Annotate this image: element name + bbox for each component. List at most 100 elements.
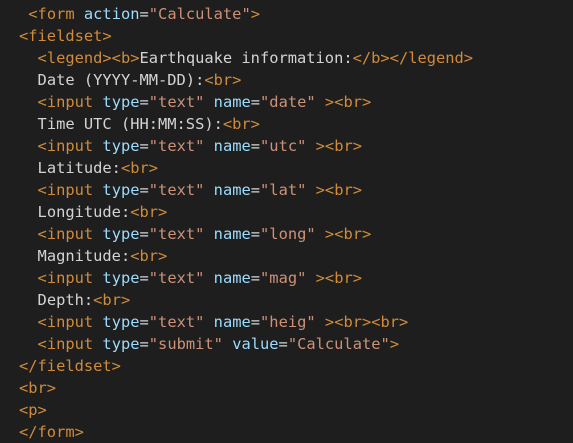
code-line: Date (YYYY-MM-DD):<br> — [19, 69, 242, 91]
code-operator: = — [139, 335, 149, 353]
code-string: "text" — [148, 93, 205, 111]
code-operator: = — [139, 313, 149, 331]
code-string: "text" — [148, 181, 205, 199]
code-operator: = — [139, 269, 149, 287]
code-tag: <br> — [93, 291, 131, 309]
code-tag: > — [389, 335, 400, 353]
code-string: "Calculate" — [287, 335, 390, 353]
code-attribute: type — [102, 137, 140, 155]
code-string: "mag" — [260, 269, 307, 287]
code-text: Depth: — [37, 291, 94, 309]
code-tag: ><br> — [315, 269, 362, 287]
code-tag: </b></legend> — [352, 49, 474, 67]
code-string: "utc" — [260, 137, 307, 155]
code-tag: > — [250, 5, 260, 23]
code-tag: ><br> — [324, 93, 372, 111]
code-tag: <input — [37, 181, 103, 199]
code-string: "lat" — [260, 181, 307, 199]
code-text: Date (YYYY-MM-DD): — [37, 71, 205, 89]
code-operator: = — [139, 5, 149, 23]
code-string: "text" — [148, 137, 205, 155]
code-string: "heig" — [260, 313, 316, 331]
code-operator: = — [139, 225, 149, 243]
code-attribute: type — [102, 269, 140, 287]
code-tag: <input — [37, 93, 103, 111]
code-operator: = — [250, 225, 261, 243]
code-operator: = — [250, 181, 261, 199]
code-attribute: action — [83, 5, 140, 23]
code-line: <br> — [19, 377, 56, 399]
code-operator: = — [278, 335, 288, 353]
code-text: Time UTC (HH:MM:SS): — [37, 115, 223, 133]
code-tag: <legend><b> — [37, 49, 140, 67]
code-line: <form action="Calculate"> — [19, 3, 260, 25]
code-operator: = — [250, 137, 261, 155]
code-attribute: name — [213, 181, 251, 199]
code-attribute: name — [213, 269, 251, 287]
code-tag: </fieldset> — [19, 357, 121, 375]
code-attribute: name — [213, 93, 251, 111]
code-attribute: type — [102, 335, 140, 353]
code-tag: </form> — [19, 423, 84, 441]
code-text: Earthquake information: — [139, 49, 353, 67]
code-attribute: type — [102, 313, 140, 331]
code-tag: <input — [37, 225, 103, 243]
code-tag: <br> — [222, 115, 260, 133]
code-tag: <input — [37, 313, 103, 331]
code-line: <input type="text" name="long" ><br> — [19, 223, 372, 245]
code-string: "date" — [260, 93, 316, 111]
code-tag: <br> — [204, 71, 242, 89]
code-line: Magnitude:<br> — [19, 245, 168, 267]
code-string: "text" — [148, 269, 205, 287]
code-operator: = — [250, 269, 261, 287]
code-tag: <form — [28, 5, 84, 23]
code-tag: ><br> — [315, 181, 362, 199]
code-tag: <br> — [19, 379, 57, 397]
code-text: Magnitude: — [37, 247, 131, 265]
code-string: "Calculate" — [148, 5, 251, 23]
code-tag: ><br><br> — [324, 313, 409, 331]
code-attribute: value — [232, 335, 279, 353]
code-tag: <input — [37, 137, 103, 155]
code-text: Latitude: — [37, 159, 121, 177]
code-line: <p> — [19, 399, 47, 421]
code-line: <fieldset> — [19, 25, 112, 47]
code-attribute: type — [102, 93, 140, 111]
code-operator: = — [139, 93, 149, 111]
code-string: "text" — [148, 225, 205, 243]
code-line: <input type="text" name="date" ><br> — [19, 91, 372, 113]
code-text: Longitude: — [37, 203, 131, 221]
code-tag: ><br> — [315, 137, 362, 155]
code-attribute: type — [102, 181, 140, 199]
code-tag: <br> — [130, 203, 168, 221]
code-editor[interactable]: <form action="Calculate"> <fieldset> <leg… — [0, 0, 573, 443]
code-tag: <input — [37, 335, 103, 353]
code-attribute: name — [213, 225, 251, 243]
code-line: <input type="text" name="mag" ><br> — [19, 267, 362, 289]
code-string: "text" — [148, 313, 205, 331]
code-operator: = — [139, 137, 149, 155]
code-line: <legend><b>Earthquake information:</b></… — [19, 47, 474, 69]
code-line: Time UTC (HH:MM:SS):<br> — [19, 113, 260, 135]
